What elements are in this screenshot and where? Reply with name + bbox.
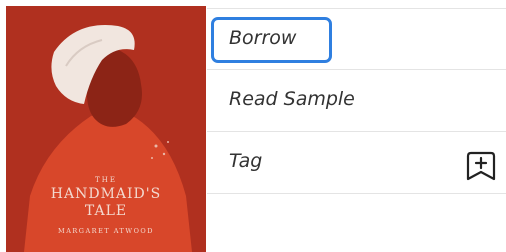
cover-author: MARGARET ATWOOD <box>58 227 154 235</box>
borrow-button[interactable]: Borrow <box>207 8 506 70</box>
bookmark-plus-icon[interactable] <box>464 149 498 183</box>
tag-button[interactable]: Tag <box>207 132 506 194</box>
cover-title-line-2: TALE <box>84 203 128 219</box>
cover-title-line-1: HANDMAID'S <box>50 186 162 202</box>
read-sample-button[interactable]: Read Sample <box>207 70 506 132</box>
book-detail-panel: THE HANDMAID'S TALE MARGARET ATWOOD Borr… <box>0 0 506 252</box>
borrow-label: Borrow <box>229 27 297 49</box>
cover-title: HANDMAID'S TALE <box>6 186 206 220</box>
tag-label: Tag <box>229 150 263 172</box>
read-sample-label: Read Sample <box>229 88 355 110</box>
cover-title-prefix: THE <box>95 176 117 184</box>
book-actions-menu: Borrow Read Sample Tag <box>207 8 506 194</box>
book-cover[interactable]: THE HANDMAID'S TALE MARGARET ATWOOD <box>6 6 206 252</box>
